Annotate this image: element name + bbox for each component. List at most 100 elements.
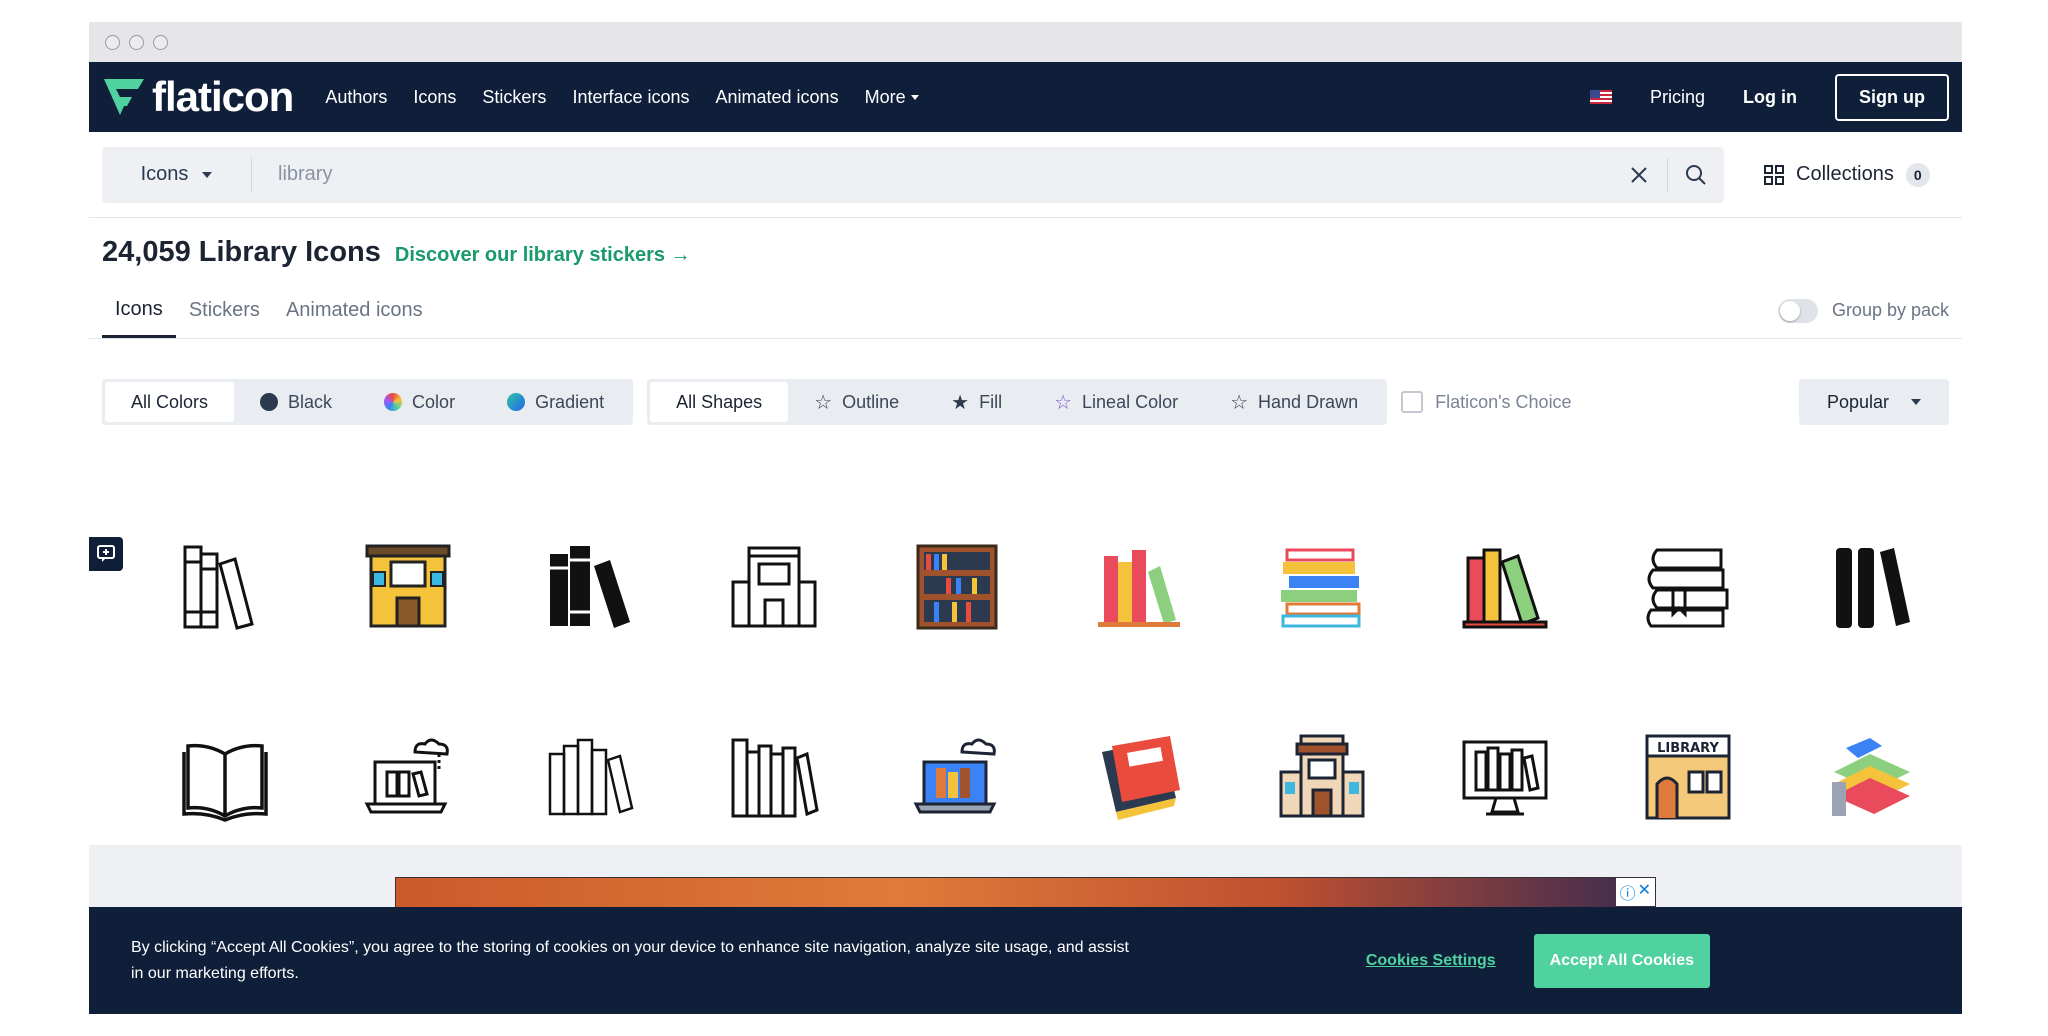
icon-result[interactable]	[317, 682, 500, 872]
icon-result[interactable]	[134, 492, 317, 682]
browser-window: flaticon Authors Icons Stickers Interfac…	[89, 22, 1962, 1014]
filter-all-colors[interactable]: All Colors	[105, 382, 235, 422]
cookies-settings-link[interactable]: Cookies Settings	[1366, 952, 1496, 970]
accept-all-cookies-button[interactable]: Accept All Cookies	[1533, 933, 1710, 988]
filter-outline[interactable]: ☆ Outline	[788, 382, 925, 422]
nav-authors[interactable]: Authors	[325, 87, 387, 108]
icon-result[interactable]	[134, 682, 317, 872]
filter-hand-drawn-label: Hand Drawn	[1258, 391, 1359, 412]
icon-result[interactable]	[1779, 682, 1962, 872]
icon-result[interactable]	[1048, 492, 1231, 682]
icon-result[interactable]	[1779, 492, 1962, 682]
ad-controls: ⓘ ✕	[1615, 878, 1655, 906]
library-building-flat-icon	[1279, 734, 1365, 818]
nav-pricing[interactable]: Pricing	[1650, 87, 1705, 108]
ad-close-icon[interactable]: ✕	[1638, 880, 1651, 904]
nav-animated-icons[interactable]: Animated icons	[716, 87, 839, 108]
filter-hand-drawn[interactable]: ☆ Hand Drawn	[1204, 382, 1384, 422]
star-fill-icon: ★	[951, 391, 970, 414]
black-dot-icon	[260, 393, 279, 411]
discover-stickers-link[interactable]: Discover our library stickers →	[395, 244, 691, 267]
icon-result[interactable]	[682, 682, 865, 872]
icon-result[interactable]	[1596, 492, 1779, 682]
icon-result[interactable]	[1414, 682, 1597, 872]
icon-result[interactable]	[1414, 492, 1597, 682]
window-minimize-dot[interactable]	[129, 34, 144, 50]
search-icon	[1686, 164, 1706, 185]
icon-result[interactable]	[500, 492, 683, 682]
flaticons-choice-filter[interactable]: Flaticon's Choice	[1401, 391, 1572, 413]
star-outline-icon: ☆	[814, 391, 833, 414]
us-flag-icon[interactable]	[1589, 90, 1612, 104]
computer-library-icon	[1462, 740, 1548, 816]
icon-result[interactable]	[500, 682, 683, 872]
icon-result[interactable]	[1231, 492, 1414, 682]
icon-result[interactable]	[682, 492, 865, 682]
icon-result[interactable]	[865, 492, 1048, 682]
search-type-dropdown[interactable]: Icons	[102, 156, 252, 193]
search-input[interactable]	[252, 163, 1611, 186]
filter-fill[interactable]: ★ Fill	[925, 382, 1028, 422]
filter-lineal-color[interactable]: ☆ Lineal Color	[1028, 382, 1204, 422]
sort-label: Popular	[1826, 391, 1889, 412]
nav-icons[interactable]: Icons	[413, 87, 456, 108]
books-lineal-color-icon	[1462, 548, 1548, 629]
close-icon	[1631, 166, 1647, 183]
open-book-icon	[182, 743, 269, 822]
collections-button[interactable]: Collections 0	[1764, 162, 1930, 187]
group-by-pack-toggle[interactable]: Group by pack	[1777, 283, 1949, 338]
nav-more[interactable]: More	[865, 87, 919, 108]
online-library-outline-icon	[364, 738, 449, 814]
results-heading: 24,059 Library Icons Discover our librar…	[89, 218, 1962, 269]
icon-result[interactable]	[1231, 682, 1414, 872]
filter-fill-label: Fill	[979, 391, 1003, 412]
books-outline-thin-icon	[548, 738, 634, 816]
library-storefront-icon: LIBRARY	[1645, 734, 1731, 820]
nav-interface-icons[interactable]: Interface icons	[572, 87, 689, 108]
filter-bar: All Colors Black Color Gradient All Shap…	[89, 379, 1962, 425]
gradient-dot-icon	[507, 393, 526, 411]
filter-black[interactable]: Black	[234, 382, 358, 422]
red-book-icon	[1102, 736, 1181, 820]
filter-black-label: Black	[288, 391, 333, 412]
top-navbar: flaticon Authors Icons Stickers Interfac…	[89, 62, 1962, 132]
tab-icons[interactable]: Icons	[102, 283, 176, 338]
cookie-banner: By clicking “Accept All Cookies”, you ag…	[89, 907, 1962, 1014]
search-button[interactable]	[1668, 147, 1724, 203]
flaticon-logo[interactable]: flaticon	[102, 73, 294, 121]
chevron-down-icon	[910, 94, 919, 100]
flaticons-choice-label: Flaticon's Choice	[1435, 391, 1572, 412]
icon-result[interactable]	[1048, 682, 1231, 872]
nav-stickers[interactable]: Stickers	[482, 87, 546, 108]
search-box: Icons	[102, 146, 1724, 203]
filter-gradient[interactable]: Gradient	[481, 382, 630, 422]
discover-stickers-label: Discover our library stickers	[394, 244, 666, 266]
icon-result[interactable]: LIBRARY	[1596, 682, 1779, 872]
flaticon-logo-icon	[104, 79, 144, 115]
sort-dropdown[interactable]: Popular	[1798, 379, 1949, 425]
cookie-message: By clicking “Accept All Cookies”, you ag…	[131, 938, 1129, 982]
clear-search-button[interactable]	[1611, 147, 1667, 203]
signup-button[interactable]: Sign up	[1835, 73, 1949, 121]
filter-all-shapes[interactable]: All Shapes	[650, 382, 789, 422]
filter-all-colors-label: All Colors	[131, 391, 209, 412]
tab-animated-icons[interactable]: Animated icons	[273, 283, 436, 338]
svg-text:LIBRARY: LIBRARY	[1657, 741, 1719, 756]
icon-result[interactable]	[317, 492, 500, 682]
ad-info-icon[interactable]: ⓘ	[1620, 880, 1636, 904]
color-wheel-icon	[384, 393, 403, 411]
icon-grid-row: LIBRARY	[89, 682, 1962, 872]
login-link[interactable]: Log in	[1743, 87, 1797, 108]
arrow-right-icon: →	[670, 244, 691, 266]
window-close-dot[interactable]	[105, 34, 120, 50]
window-chrome	[89, 22, 1962, 62]
filter-color[interactable]: Color	[358, 382, 481, 422]
toggle-switch[interactable]	[1777, 298, 1818, 323]
book-stack-outline-icon	[1646, 548, 1729, 628]
tab-stickers[interactable]: Stickers	[176, 283, 273, 338]
collections-count-badge: 0	[1905, 162, 1930, 187]
flaticons-choice-checkbox[interactable]	[1401, 391, 1424, 413]
shape-filter-group: All Shapes ☆ Outline ★ Fill ☆ Lineal Color …	[647, 379, 1388, 425]
window-maximize-dot[interactable]	[153, 34, 168, 50]
icon-result[interactable]	[865, 682, 1048, 872]
